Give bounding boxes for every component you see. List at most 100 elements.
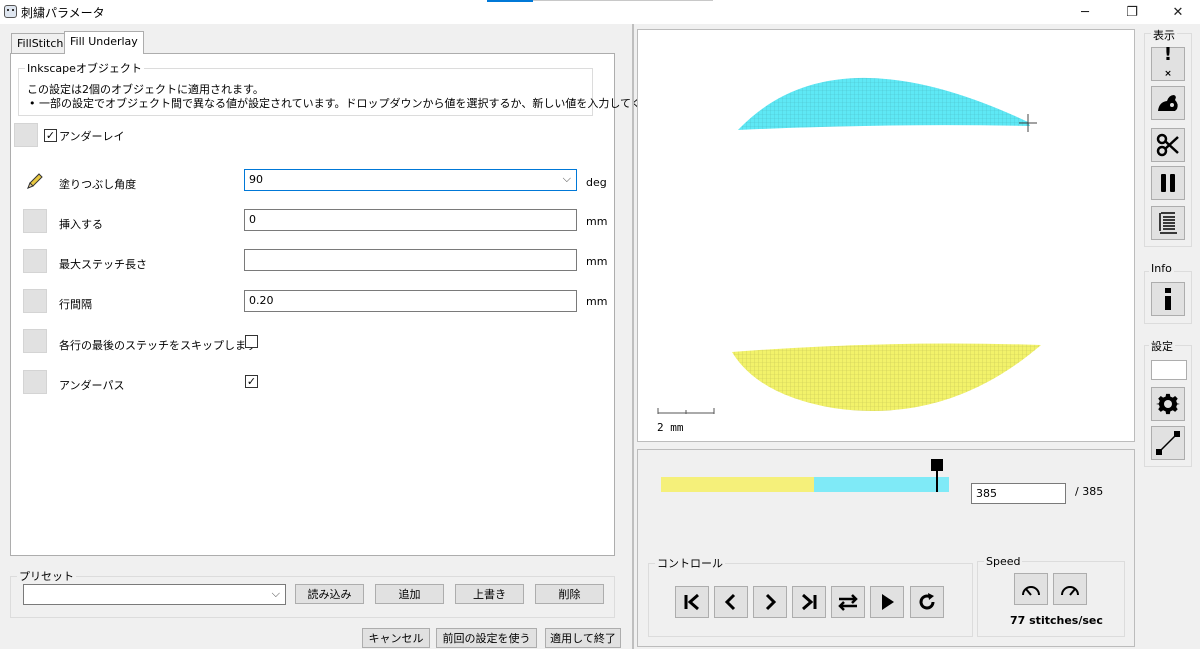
pencil-icon[interactable] (23, 169, 47, 193)
speed-legend: Speed (986, 555, 1021, 568)
preview-canvas (657, 77, 1041, 414)
inset-input[interactable]: 0 (244, 209, 577, 231)
max-stitch-length-input[interactable] (244, 249, 577, 271)
cyan-hatch (738, 77, 1030, 130)
preset-dropdown[interactable]: ⌵ (23, 584, 286, 605)
underlay-label: アンダーレイ (59, 130, 125, 143)
toggle-color-changes-button[interactable] (1151, 206, 1185, 240)
use-last-settings-button[interactable]: 前回の設定を使う (436, 628, 537, 648)
fill-angle-unit: deg (586, 176, 607, 189)
toggle-trims-button[interactable] (1151, 128, 1185, 162)
info-label: Info (1149, 262, 1174, 275)
preset-legend: プリセット (19, 570, 74, 583)
cancel-button[interactable]: キャンセル (362, 628, 430, 648)
maximize-button[interactable]: ❐ (1109, 0, 1155, 24)
inset-reset-button[interactable] (23, 209, 47, 233)
skip-to-end-icon (802, 593, 817, 611)
controls-legend: コントロール (657, 557, 723, 570)
underpath-reset-button[interactable] (23, 370, 47, 394)
slower-button[interactable] (1014, 573, 1048, 605)
stitch-total-label: / 385 (1075, 485, 1104, 498)
skip-to-end-button[interactable] (792, 586, 826, 618)
previous-button[interactable] (714, 586, 748, 618)
toggle-stops-button[interactable] (1151, 166, 1185, 200)
settings-swatch[interactable] (1151, 360, 1187, 380)
faster-icon (1061, 586, 1079, 596)
scale-bar (657, 408, 715, 414)
play-button[interactable] (870, 586, 904, 618)
skip-last-checkbox[interactable] (245, 335, 258, 348)
underpath-checkbox[interactable]: ✓ (245, 375, 258, 388)
toggle-npp-button[interactable] (1151, 86, 1185, 120)
splitter[interactable] (632, 24, 634, 649)
fill-angle-value: 90 (249, 173, 263, 186)
fill-angle-dropdown[interactable]: 90 ⌵ (244, 169, 577, 191)
preset-delete-button[interactable]: 削除 (535, 584, 604, 604)
info-icon (1165, 288, 1171, 310)
scissors-icon (1156, 133, 1179, 157)
close-button[interactable]: ✕ (1155, 0, 1200, 24)
slider-cyan-segment (814, 477, 949, 492)
play-icon (882, 594, 894, 610)
row-spacing-reset-button[interactable] (23, 289, 47, 313)
scale-label: 2 mm (657, 421, 684, 434)
restart-button[interactable] (910, 586, 944, 618)
tab-fill-underlay[interactable]: Fill Underlay (64, 31, 144, 54)
title-bar (0, 0, 1200, 24)
stitch-preview[interactable]: 2 mm (637, 29, 1135, 442)
speed-rate-label: 77 stitches/sec (1010, 614, 1103, 627)
swap-direction-icon (838, 594, 858, 611)
row-spacing-input[interactable]: 0.20 (244, 290, 577, 312)
tab-fillstitch[interactable]: FillStitch (11, 33, 70, 53)
pause-icon (1161, 174, 1175, 192)
rabbit-icon (1158, 95, 1178, 111)
max-stitch-length-reset-button[interactable] (23, 249, 47, 273)
faster-button[interactable] (1053, 573, 1087, 605)
apply-and-quit-button[interactable]: 適用して終了 (545, 628, 621, 648)
slider-yellow-segment (661, 477, 814, 492)
chevron-down-icon: ⌵ (562, 172, 571, 185)
title-accent (487, 0, 533, 2)
stitch-list-icon (1159, 212, 1177, 234)
stitch-slider-track[interactable] (661, 477, 949, 492)
param-label-fill-angle: 塗りつぶし角度 (59, 178, 137, 191)
preset-load-button[interactable]: 読み込み (295, 584, 364, 604)
app-icon (4, 5, 17, 18)
next-icon (765, 593, 777, 611)
next-button[interactable] (753, 586, 787, 618)
gear-icon (1156, 393, 1180, 415)
underlay-toggle-button[interactable] (14, 123, 38, 147)
param-label-skip-last: 各行の最後のステッチをスキップします (59, 339, 257, 352)
underlay-checkbox[interactable]: ✓ (44, 129, 57, 142)
toggle-jumps-button[interactable]: ! × (1151, 45, 1185, 81)
max-stitch-length-unit: mm (586, 255, 608, 268)
slower-icon (1022, 586, 1040, 596)
info-line-2: • 一部の設定でオブジェクト間で異なる値が設定されています。ドロップダウンから値… (29, 97, 686, 110)
stitch-number-input[interactable]: 385 (971, 483, 1066, 504)
preset-add-button[interactable]: 追加 (375, 584, 444, 604)
param-label-row-spacing: 行間隔 (59, 298, 92, 311)
preset-overwrite-button[interactable]: 上書き (455, 584, 524, 604)
param-label-underpath: アンダーパス (59, 379, 125, 392)
skip-to-start-button[interactable] (675, 586, 709, 618)
info-button[interactable] (1151, 282, 1185, 316)
chevron-down-icon: ⌵ (271, 587, 280, 600)
minimize-button[interactable]: ─ (1062, 0, 1108, 24)
info-box-legend: Inkscapeオブジェクト (27, 62, 142, 75)
title-accent-line (533, 0, 713, 1)
resize-button[interactable] (1151, 426, 1185, 460)
swap-direction-button[interactable] (831, 586, 865, 618)
settings-button[interactable] (1151, 387, 1185, 421)
restart-icon (919, 593, 935, 610)
yellow-hatch (732, 343, 1041, 411)
settings-label: 設定 (1149, 338, 1175, 354)
previous-icon (724, 593, 736, 611)
window-title: 刺繍パラメータ (21, 6, 105, 20)
inset-unit: mm (586, 215, 608, 228)
display-label: 表示 (1151, 27, 1177, 43)
param-label-inset: 挿入する (59, 218, 103, 231)
skip-last-reset-button[interactable] (23, 329, 47, 353)
param-label-max-stitch-length: 最大ステッチ長さ (59, 258, 147, 271)
resize-icon (1156, 431, 1180, 455)
crosshair-icon (1019, 114, 1037, 132)
